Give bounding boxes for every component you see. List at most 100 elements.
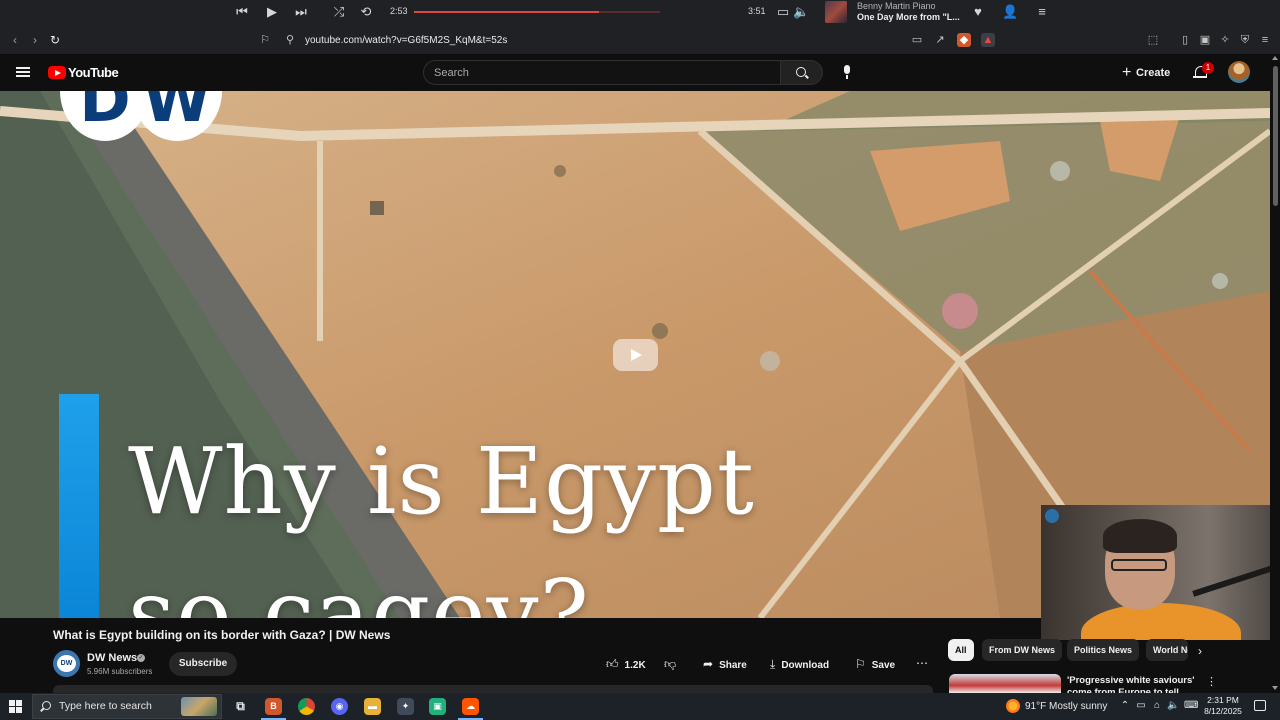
microphone-icon[interactable]	[843, 65, 851, 79]
chip-world-news[interactable]: World News	[1146, 639, 1188, 661]
share-page-icon[interactable]: ↗	[933, 33, 947, 47]
discord-icon[interactable]: ◉	[331, 698, 348, 715]
screen-icon[interactable]: ▭	[910, 33, 924, 47]
tray-overflow-icon[interactable]: ⌃	[1119, 700, 1131, 712]
like-count: 1.2K	[624, 660, 646, 671]
bookmark-icon[interactable]: ⚐	[258, 33, 272, 47]
media-current-time: 2:53	[390, 6, 408, 16]
account-avatar[interactable]	[1228, 61, 1250, 83]
save-label: Save	[871, 660, 896, 671]
channel-avatar[interactable]	[53, 650, 80, 677]
notification-center-icon[interactable]	[1254, 700, 1266, 711]
globe-decoration	[1045, 509, 1059, 523]
browser-topbar: ⏮ ▶ ⏭ ⤮ ⟲ 2:53 3:51 ▭ 🔈 Benny Martin Pia…	[0, 0, 1280, 54]
search-button[interactable]	[781, 60, 823, 85]
media-progress-bar[interactable]	[414, 11, 660, 13]
recommended-more-icon[interactable]: ⋮	[1206, 675, 1217, 689]
sidebar-icon[interactable]: ▯	[1178, 33, 1192, 47]
search-highlight-image	[181, 697, 217, 716]
brave-browser-icon[interactable]: B	[261, 698, 286, 720]
like-button[interactable]: 👍︎ 1.2K	[606, 652, 646, 676]
soundcloud-icon[interactable]: ☁	[458, 698, 483, 720]
extensions-icon[interactable]: ⬚	[1146, 33, 1160, 47]
scrollbar-thumb[interactable]	[1273, 66, 1278, 206]
now-playing-track: One Day More from "L...	[857, 12, 960, 22]
tray-app-icon[interactable]: ▭	[1135, 700, 1147, 712]
previous-track-icon[interactable]: ⏮	[234, 4, 250, 20]
chip-all[interactable]: All	[948, 639, 974, 661]
description-box[interactable]	[53, 685, 933, 693]
android-app-icon[interactable]: ▣	[429, 698, 446, 715]
brave-shield-icon[interactable]: ◆	[957, 33, 971, 47]
profile-icon[interactable]: 👤	[1002, 4, 1018, 20]
chrome-icon[interactable]	[298, 698, 315, 715]
app-icon[interactable]: ✦	[397, 698, 414, 715]
download-label: Download	[781, 660, 830, 671]
dw-logo-w: W	[132, 91, 222, 141]
recommended-video-title[interactable]: 'Progressive white saviours' come from E…	[1067, 675, 1197, 693]
heart-icon[interactable]: ♥	[970, 4, 986, 20]
brave-rewards-icon[interactable]: ▲	[981, 33, 995, 47]
media-progress-fill	[414, 11, 599, 13]
keyboard-icon[interactable]: ⌨	[1184, 700, 1198, 712]
shuffle-icon[interactable]: ⤮	[331, 4, 347, 20]
scroll-up-arrow-icon[interactable]	[1272, 56, 1278, 60]
subscribe-button[interactable]: Subscribe	[169, 652, 237, 676]
share-label: Share	[719, 660, 747, 671]
reload-icon[interactable]: ↻	[48, 33, 62, 47]
clock-date: 8/12/2025	[1204, 706, 1242, 716]
chips-next-icon[interactable]: ›	[1193, 644, 1207, 658]
youtube-logo-icon[interactable]	[48, 66, 66, 79]
more-actions-icon[interactable]: ⋯	[914, 652, 930, 676]
wallet-icon[interactable]: ▣	[1198, 33, 1212, 47]
save-button[interactable]: ⚐ Save	[855, 652, 895, 676]
youtube-logo-text[interactable]: YouTube	[68, 65, 119, 80]
volume-icon[interactable]: 🔈	[793, 4, 809, 20]
cast-icon[interactable]: ▭	[775, 4, 791, 20]
download-icon: ⤓	[770, 657, 776, 671]
now-playing-artist: Benny Martin Piano	[857, 1, 936, 11]
leo-icon[interactable]: ✧	[1218, 33, 1232, 47]
forward-icon[interactable]: ›	[28, 33, 42, 47]
download-button[interactable]: ⤓ Download	[770, 652, 829, 676]
share-arrow-icon: ➦	[703, 657, 714, 671]
task-view-icon[interactable]: ⧉	[232, 698, 249, 715]
volume-tray-icon[interactable]: 🔈	[1167, 700, 1179, 712]
headline-line-1: Why is Egypt	[128, 428, 755, 535]
vpn-icon[interactable]: ⛨	[1238, 33, 1252, 47]
windows-start-icon[interactable]	[9, 700, 22, 713]
address-bar-url[interactable]: youtube.com/watch?v=G6f5M2S_KqM&t=52s	[305, 35, 507, 46]
scroll-down-arrow-icon[interactable]	[1272, 686, 1278, 690]
clock-time: 2:31 PM	[1207, 695, 1239, 705]
page-scrollbar[interactable]	[1270, 54, 1280, 694]
recommended-video-thumbnail[interactable]	[949, 674, 1061, 693]
windows-taskbar: Type here to search ⧉ B ◉ ▬ ✦ ▣ ☁ 91°F M…	[0, 693, 1280, 720]
hamburger-menu-icon[interactable]	[16, 67, 30, 77]
webcam-person-shirt	[1081, 603, 1241, 640]
file-explorer-icon[interactable]: ▬	[364, 698, 381, 715]
dislike-button[interactable]: 👎︎	[664, 652, 682, 676]
create-button[interactable]: + Create	[1122, 64, 1170, 82]
share-button[interactable]: ➦ Share	[703, 652, 747, 676]
taskbar-search-input[interactable]: Type here to search	[32, 694, 222, 719]
search-input[interactable]: Search	[423, 60, 781, 85]
chip-from-dw-news[interactable]: From DW News	[982, 639, 1063, 661]
channel-name[interactable]: DW News	[87, 652, 137, 664]
network-icon[interactable]: ⌂	[1151, 700, 1163, 712]
play-icon[interactable]: ▶	[264, 4, 280, 20]
taskbar-clock[interactable]: 2:31 PM 8/12/2025	[1201, 695, 1245, 717]
webcam-person-hair	[1103, 519, 1177, 553]
album-art	[825, 1, 847, 23]
menu-icon[interactable]: ≡	[1258, 33, 1272, 47]
weather-text[interactable]: 91°F Mostly sunny	[1025, 699, 1107, 714]
queue-icon[interactable]: ≡	[1034, 4, 1050, 20]
chip-politics-news[interactable]: Politics News	[1067, 639, 1140, 661]
youtube-header: YouTube Search + Create 1	[0, 54, 1280, 91]
next-track-icon[interactable]: ⏭	[293, 4, 309, 20]
verified-check-icon: ✓	[137, 654, 145, 662]
back-icon[interactable]: ‹	[8, 33, 22, 47]
repeat-icon[interactable]: ⟲	[358, 4, 374, 20]
bookmark-save-icon: ⚐	[855, 657, 866, 671]
play-button-icon[interactable]	[613, 339, 658, 371]
site-info-icon[interactable]: ⚲	[283, 33, 297, 47]
